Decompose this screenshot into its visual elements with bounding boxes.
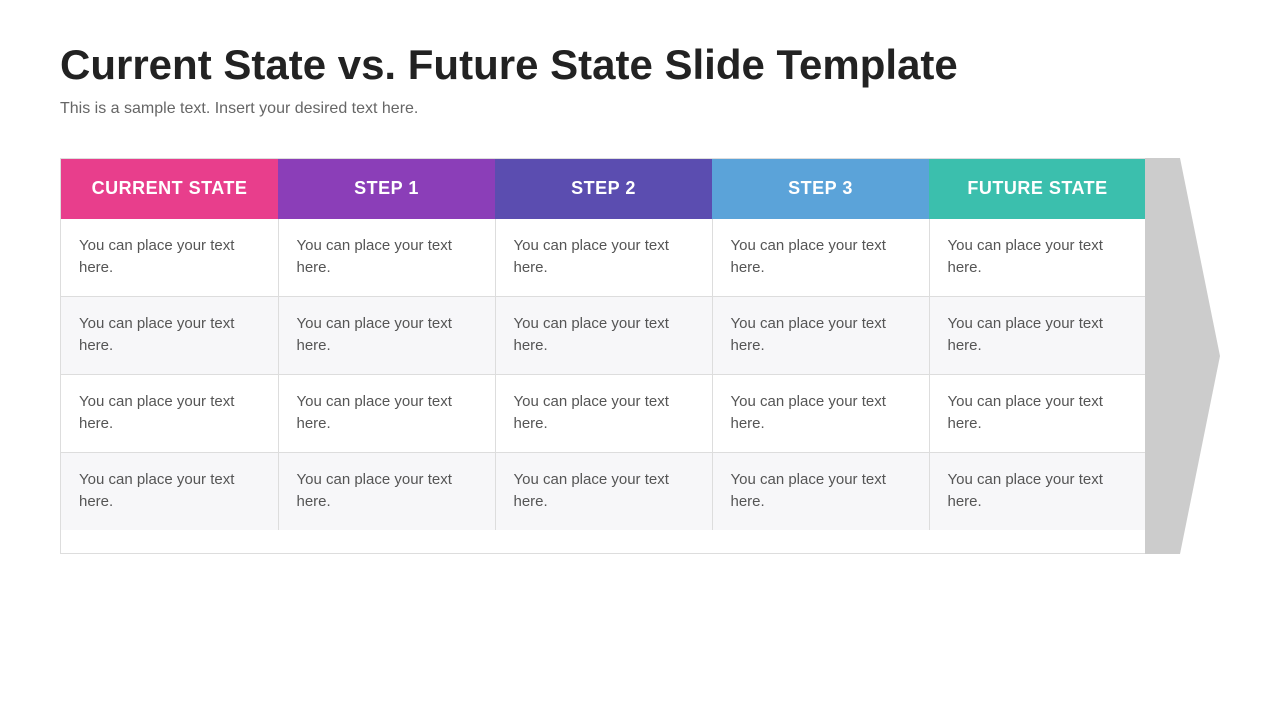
table-cell: You can place your text here. [712, 374, 929, 452]
table-cell: You can place your text here. [278, 374, 495, 452]
table-row: You can place your text here.You can pla… [61, 452, 1146, 530]
table-cell: You can place your text here. [712, 452, 929, 530]
col-header-step1: STEP 1 [278, 159, 495, 218]
table-row: You can place your text here.You can pla… [61, 219, 1146, 297]
table-cell: You can place your text here. [278, 296, 495, 374]
table-row: You can place your text here.You can pla… [61, 374, 1146, 452]
table-cell: You can place your text here. [278, 452, 495, 530]
table-container: CURRENT STATE STEP 1 STEP 2 STEP 3 FUTUR… [60, 158, 1147, 554]
table-cell: You can place your text here. [712, 219, 929, 297]
table-header-row: CURRENT STATE STEP 1 STEP 2 STEP 3 FUTUR… [61, 159, 1146, 218]
table-cell: You can place your text here. [495, 452, 712, 530]
table-cell: You can place your text here. [929, 219, 1146, 297]
slide: Current State vs. Future State Slide Tem… [0, 0, 1280, 720]
table-cell: You can place your text here. [712, 296, 929, 374]
table-row: You can place your text here.You can pla… [61, 296, 1146, 374]
table-cell: You can place your text here. [495, 296, 712, 374]
arrow-icon [1145, 158, 1220, 554]
table-cell: You can place your text here. [278, 219, 495, 297]
table-wrapper: CURRENT STATE STEP 1 STEP 2 STEP 3 FUTUR… [60, 158, 1220, 554]
col-header-future-state: FUTURE STATE [929, 159, 1146, 218]
table-cell: You can place your text here. [929, 452, 1146, 530]
arrow-container [1145, 158, 1220, 554]
table-cell: You can place your text here. [61, 452, 278, 530]
table-cell: You can place your text here. [929, 296, 1146, 374]
col-header-step2: STEP 2 [495, 159, 712, 218]
col-header-step3: STEP 3 [712, 159, 929, 218]
page-subtitle: This is a sample text. Insert your desir… [60, 100, 1220, 118]
table-cell: You can place your text here. [61, 296, 278, 374]
table-cell: You can place your text here. [61, 219, 278, 297]
table-cell: You can place your text here. [495, 219, 712, 297]
page-title: Current State vs. Future State Slide Tem… [60, 40, 1220, 90]
table-cell: You can place your text here. [61, 374, 278, 452]
table-body: You can place your text here.You can pla… [61, 219, 1146, 530]
main-table: CURRENT STATE STEP 1 STEP 2 STEP 3 FUTUR… [61, 159, 1146, 529]
table-cell: You can place your text here. [495, 374, 712, 452]
table-cell: You can place your text here. [929, 374, 1146, 452]
col-header-current-state: CURRENT STATE [61, 159, 278, 218]
